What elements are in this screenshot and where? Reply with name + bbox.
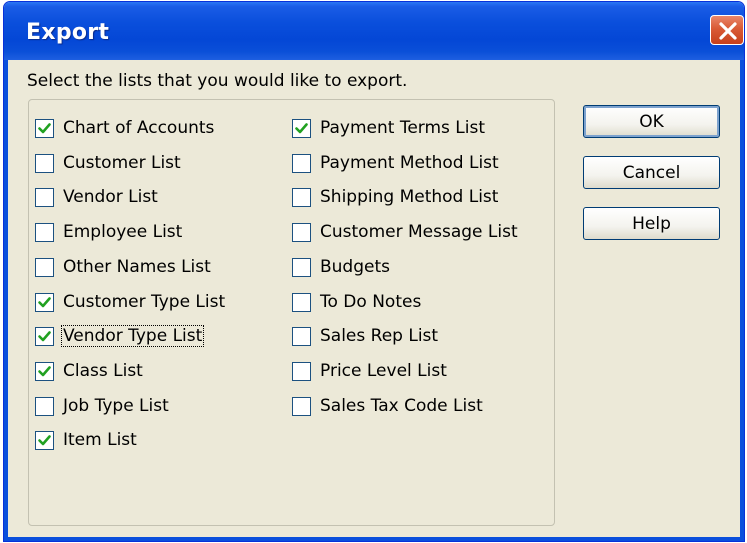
checkbox-box[interactable] [35,361,54,381]
checkbox-box[interactable] [35,292,54,312]
checkbox-label: Customer Type List [63,292,226,312]
checkbox-label: Shipping Method List [320,187,499,207]
checkbox-chart-of-accounts[interactable]: Chart of Accounts [35,115,215,141]
close-button[interactable] [710,15,744,45]
title-bar[interactable]: Export [4,2,744,60]
dialog-title: Export [26,20,110,45]
checkbox-box[interactable] [292,257,311,277]
checkbox-label: Budgets [320,257,391,277]
checkbox-box[interactable] [35,326,54,346]
checkbox-customer-type-list[interactable]: Customer Type List [35,289,226,315]
checkbox-vendor-type-list[interactable]: Vendor Type List [35,323,205,349]
checkbox-box[interactable] [292,118,311,138]
checkbox-box[interactable] [35,153,54,173]
checkbox-label: Chart of Accounts [63,118,215,138]
checkmark-icon [38,296,51,307]
checkbox-label: Customer Message List [320,222,518,242]
export-dialog: Export Select the lists that you would l… [3,1,745,542]
checkbox-job-type-list[interactable]: Job Type List [35,393,170,419]
checkmark-icon [38,122,51,133]
checkbox-label: Sales Rep List [320,326,439,346]
checkbox-employee-list[interactable]: Employee List [35,219,183,245]
checkbox-label: Employee List [63,222,183,242]
checkbox-sales-rep-list[interactable]: Sales Rep List [292,323,439,349]
checkbox-to-do-notes[interactable]: To Do Notes [292,289,422,315]
checkmark-icon [295,122,308,133]
checkbox-label: Vendor Type List [60,325,205,347]
checkbox-other-names-list[interactable]: Other Names List [35,254,212,280]
checkbox-label: Class List [63,361,143,381]
checkbox-label: Other Names List [63,257,211,277]
checkbox-class-list[interactable]: Class List [35,358,144,384]
checkbox-box[interactable] [35,118,54,138]
checkbox-box[interactable] [292,292,311,312]
checkbox-customer-message-list[interactable]: Customer Message List [292,219,519,245]
checkbox-budgets[interactable]: Budgets [292,254,391,280]
checkbox-item-list[interactable]: Item List [35,427,138,453]
window-frame-bottom [4,537,744,541]
checkbox-label: Sales Tax Code List [320,396,483,416]
checkmark-icon [38,330,51,341]
checkbox-box[interactable] [35,222,54,242]
checkbox-box[interactable] [35,187,54,207]
ok-button[interactable]: OK [583,105,720,138]
checkmark-icon [38,434,51,445]
cancel-button[interactable]: Cancel [583,156,720,189]
checkbox-label: Price Level List [320,361,447,381]
checkbox-label: Vendor List [63,187,158,207]
checkbox-box[interactable] [292,222,311,242]
checkbox-box[interactable] [292,187,311,207]
checkbox-payment-terms-list[interactable]: Payment Terms List [292,115,486,141]
window-frame-right [740,60,744,541]
window-frame-left [4,60,8,541]
checkbox-label: To Do Notes [320,292,422,312]
checkbox-box[interactable] [292,326,311,346]
checkbox-payment-method-list[interactable]: Payment Method List [292,150,500,176]
help-button[interactable]: Help [583,207,720,240]
checkbox-label: Customer List [63,153,181,173]
checkbox-price-level-list[interactable]: Price Level List [292,358,448,384]
checkbox-box[interactable] [292,396,311,416]
instruction-text: Select the lists that you would like to … [27,71,408,91]
close-icon [719,22,737,40]
checkbox-box[interactable] [35,257,54,277]
checkmark-icon [38,365,51,376]
checkbox-box[interactable] [35,430,54,450]
checkbox-label: Payment Terms List [320,118,486,138]
checkbox-vendor-list[interactable]: Vendor List [35,184,159,210]
checkbox-box[interactable] [292,361,311,381]
checkbox-shipping-method-list[interactable]: Shipping Method List [292,184,499,210]
checkbox-customer-list[interactable]: Customer List [35,150,182,176]
checkbox-label: Item List [63,430,137,450]
checkbox-label: Payment Method List [320,153,499,173]
checkbox-sales-tax-code-list[interactable]: Sales Tax Code List [292,393,484,419]
checkbox-label: Job Type List [63,396,169,416]
checkbox-box[interactable] [35,396,54,416]
checkbox-box[interactable] [292,153,311,173]
